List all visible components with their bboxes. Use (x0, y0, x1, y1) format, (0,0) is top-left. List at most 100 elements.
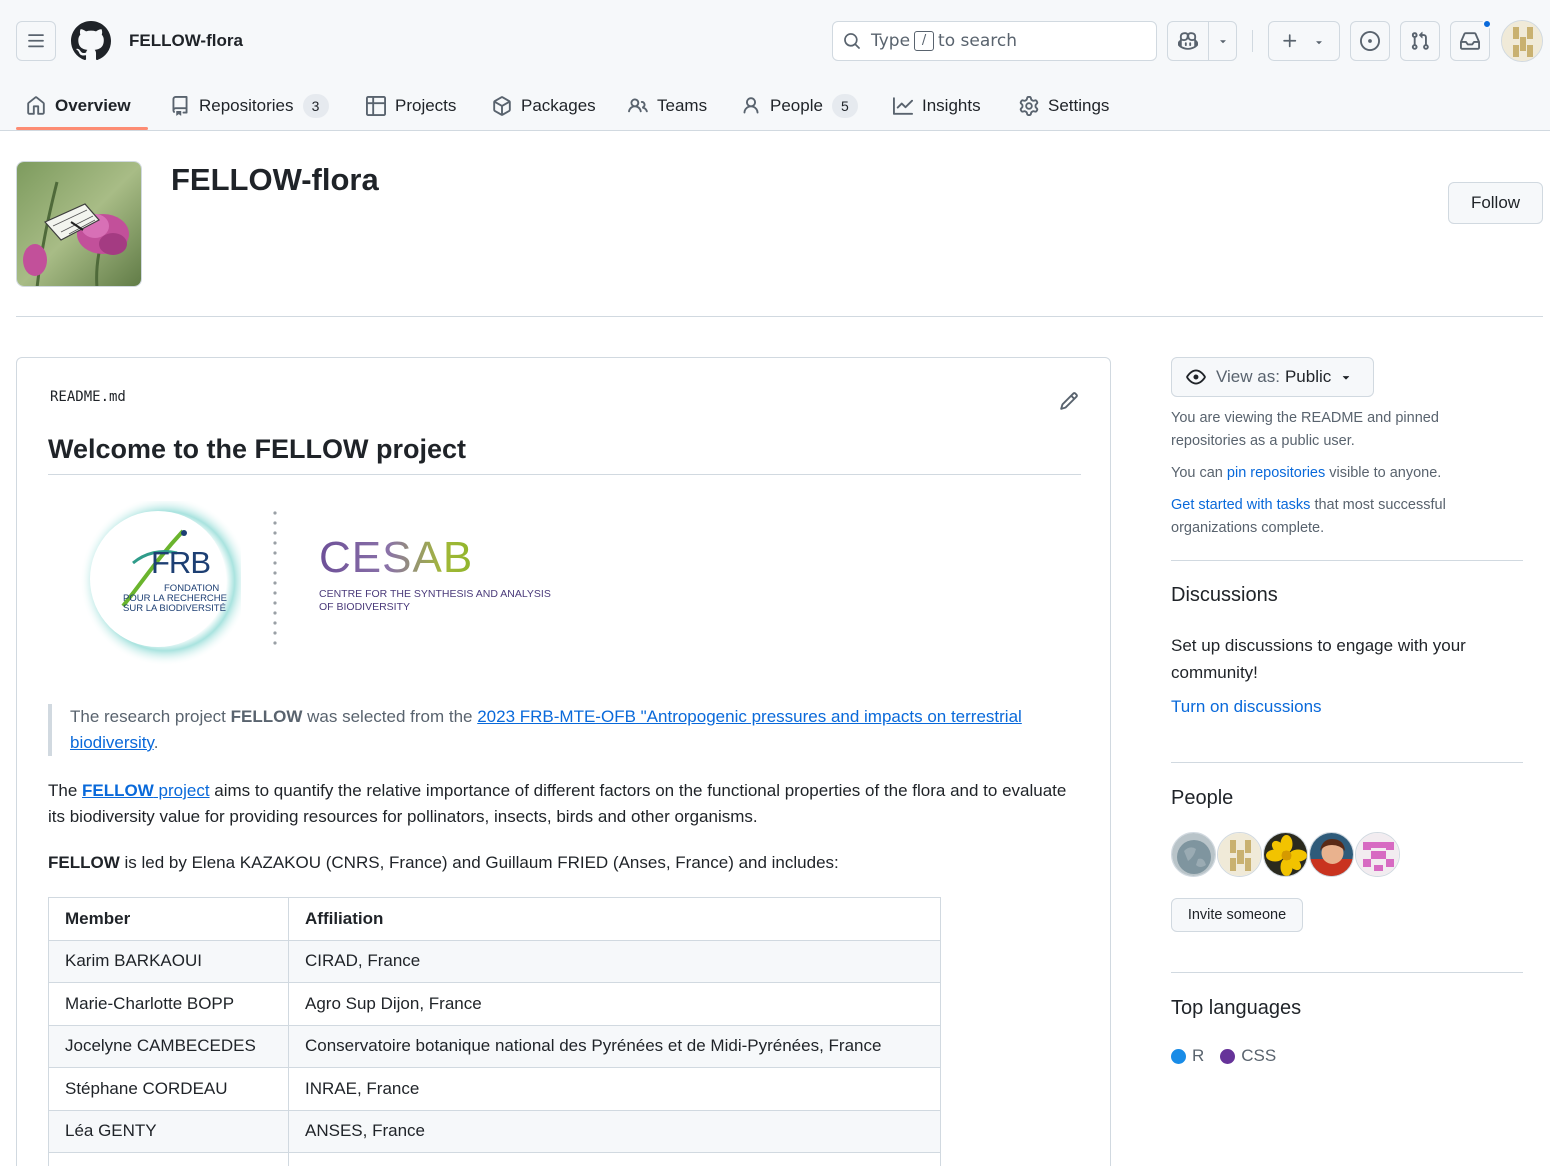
tab-packages[interactable]: Packages (492, 82, 596, 130)
discussions-heading: Discussions (1171, 584, 1278, 606)
view-as-label: View as: (1216, 367, 1280, 386)
language-item[interactable]: CSS (1220, 1046, 1276, 1066)
project-blockquote: The research project FELLOW was selected… (48, 704, 1048, 756)
tab-label: Settings (1048, 96, 1110, 115)
table-row: Marie-Charlotte BOPP Agro Sup Dijon, Fra… (48, 982, 941, 1026)
gear-icon (1019, 96, 1039, 116)
tab-projects[interactable]: Projects (366, 82, 456, 130)
pencil-icon[interactable] (1059, 391, 1081, 413)
tasks-note: Get started with tasks that most success… (1171, 494, 1501, 539)
search-prefix: Type (871, 31, 911, 51)
language-color-dot (1220, 1048, 1236, 1064)
create-new-button[interactable] (1268, 21, 1340, 61)
affiliation-cell: ANSES, France (288, 1109, 941, 1153)
menu-button[interactable] (16, 21, 56, 61)
language-name: R (1192, 1046, 1205, 1065)
view-as-value: Public (1284, 367, 1332, 386)
tab-overview[interactable]: Overview (26, 82, 131, 130)
table-row: Karim BARKAOUI CIRAD, France (48, 939, 941, 983)
get-started-link[interactable]: Get started with tasks (1171, 497, 1310, 513)
header-top-bar: FELLOW-flora Type / to search (0, 0, 1550, 82)
top-languages-heading: Top languages (1171, 997, 1302, 1019)
copilot-separator (1208, 22, 1209, 60)
active-tab-indicator (16, 127, 148, 130)
tab-label: Packages (521, 96, 596, 115)
search-input[interactable]: Type / to search (832, 21, 1157, 61)
sidebar-divider (1171, 560, 1523, 561)
caret-down-icon (1343, 376, 1350, 380)
readme-filename: README.md (50, 389, 126, 405)
repo-count-badge: 3 (302, 94, 329, 118)
para2-post: is led by Elena KAZAKOU (CNRS, France) a… (119, 853, 839, 872)
member-cell: Karim BARKAOUI (48, 939, 289, 983)
cesab-line2: OF BIODIVERSITY (319, 601, 411, 613)
eye-icon (1186, 369, 1206, 385)
github-logo-icon[interactable] (71, 21, 111, 61)
invite-someone-button[interactable]: Invite someone (1171, 898, 1303, 932)
pin-repositories-link[interactable]: pin repositories (1227, 465, 1325, 481)
affiliation-cell: Agro Sup Dijon, France (288, 982, 941, 1026)
avatar[interactable] (1217, 832, 1262, 877)
note2-pre: You can (1171, 465, 1227, 481)
tab-people[interactable]: People 5 (741, 82, 858, 130)
frb-brand: FRB (151, 545, 211, 580)
org-title: FELLOW-flora (171, 162, 379, 197)
affiliation-cell: CIRAD, France (288, 939, 941, 983)
search-suffix: to search (938, 31, 1017, 51)
people-heading: People (1171, 787, 1234, 809)
frb-logo: FRB FONDATION POUR LA RECHERCHE SUR LA B… (61, 496, 250, 671)
public-view-note: You are viewing the README and pinned re… (1171, 410, 1439, 449)
table-row: Jocelyne CAMBECEDES Conservatoire botani… (48, 1024, 941, 1068)
tab-teams[interactable]: Teams (628, 82, 707, 130)
user-avatar[interactable] (1501, 20, 1543, 62)
avatar[interactable] (1309, 832, 1354, 877)
member-cell: Léa GENTY (48, 1109, 289, 1153)
copilot-button[interactable] (1167, 21, 1237, 61)
people-count-badge: 5 (831, 94, 858, 118)
cesab-brand: CESAB (319, 533, 474, 582)
org-header-divider (16, 316, 1543, 317)
affiliation-cell: Conservatoire botanique national des Pyr… (288, 1024, 941, 1068)
copilot-icon (1178, 31, 1198, 54)
member-cell (48, 1152, 289, 1166)
pin-repos-note: You can pin repositories visible to anyo… (1171, 462, 1501, 485)
quote-bold: FELLOW (230, 707, 303, 726)
issues-button[interactable] (1350, 21, 1390, 61)
affiliation-cell: INRAE, France (288, 1067, 941, 1111)
tab-label: People (770, 96, 823, 115)
readme-box: README.md Welcome to the FELLOW project … (16, 357, 1111, 1166)
table-row (48, 1152, 941, 1166)
inbox-icon (1460, 32, 1480, 50)
tab-settings[interactable]: Settings (1019, 82, 1109, 130)
tab-label: Overview (55, 96, 131, 115)
person-icon (743, 97, 759, 114)
tab-insights[interactable]: Insights (893, 82, 981, 130)
plus-icon (1281, 32, 1299, 53)
view-as-dropdown[interactable]: View as: Public (1171, 357, 1374, 397)
tab-repositories[interactable]: Repositories 3 (170, 82, 329, 130)
column-header-member: Member (48, 897, 289, 941)
people-icon (628, 98, 648, 113)
languages-list: R CSS (1171, 1046, 1292, 1066)
language-item[interactable]: R (1171, 1046, 1204, 1066)
git-pull-request-icon (1411, 31, 1429, 50)
header-org-name[interactable]: FELLOW-flora (129, 31, 243, 51)
pull-requests-button[interactable] (1400, 21, 1440, 61)
project-leads: FELLOW is led by Elena KAZAKOU (CNRS, Fr… (48, 850, 1083, 876)
search-icon (844, 33, 860, 49)
sidebar-divider (1171, 762, 1523, 763)
language-name: CSS (1241, 1046, 1277, 1065)
para2-bold: FELLOW (48, 853, 120, 872)
app-header: FELLOW-flora Type / to search Overview R… (0, 0, 1550, 131)
home-icon (27, 96, 45, 115)
fellow-project-link[interactable]: FELLOW project (82, 781, 210, 800)
follow-button[interactable]: Follow (1448, 182, 1543, 224)
avatar[interactable] (1355, 832, 1400, 877)
readme-heading: Welcome to the FELLOW project (48, 434, 467, 464)
chevron-down-icon (1313, 36, 1325, 51)
chevron-down-icon[interactable] (1217, 35, 1229, 50)
graph-icon (893, 97, 913, 115)
avatar[interactable] (1263, 832, 1308, 877)
turn-on-discussions-link[interactable]: Turn on discussions (1171, 697, 1322, 717)
avatar[interactable] (1171, 832, 1216, 877)
